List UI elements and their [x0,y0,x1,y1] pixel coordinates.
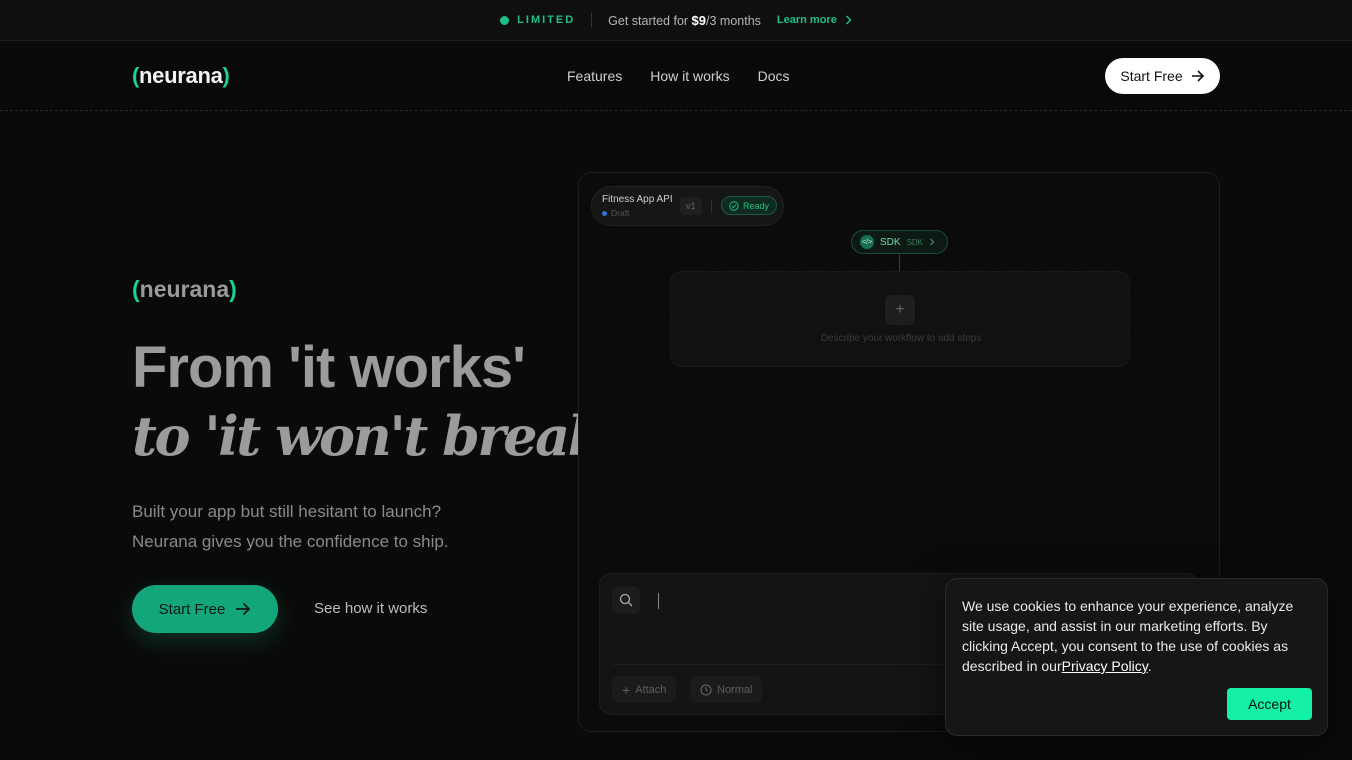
add-step-button[interactable]: + [885,295,915,325]
logo-name: neurana [139,63,223,88]
chevron-right-icon [930,238,935,246]
project-status: Draft [602,208,629,218]
nav-link-docs[interactable]: Docs [758,68,790,84]
nav-start-free-button[interactable]: Start Free [1105,58,1220,94]
nav-links: Features How it works Docs [567,68,790,84]
text-caret [658,593,659,609]
headline-line-1: From 'it works' [132,335,526,400]
hero-subtitle-line-2: Neurana gives you the confidence to ship… [132,532,449,551]
cookie-banner: We use cookies to enhance your experienc… [945,578,1328,736]
ready-label: Ready [743,200,770,211]
offer-text: Get started for $9/3 months [608,13,761,28]
search-button[interactable] [612,586,640,614]
arrow-right-icon [236,602,251,616]
plus-icon: + [895,301,905,318]
project-name: Fitness App API [602,194,673,205]
ready-badge: Ready [721,196,778,215]
limited-badge: LIMITED [517,14,576,26]
attach-button[interactable]: + Attach [612,676,677,703]
nav-link-how-it-works[interactable]: How it works [650,68,729,84]
headline-line-2: to 'it won't break'. [132,404,635,468]
accept-cookies-button[interactable]: Accept [1227,688,1312,720]
hero-subtitle: Built your app but still hesitant to lau… [132,497,512,557]
plus-icon: + [622,681,631,698]
project-status-label: Draft [611,208,630,218]
sdk-label: SDK [880,236,901,248]
hero-logo-paren-open: ( [132,276,140,302]
divider [591,13,593,27]
mode-button[interactable]: Normal [690,676,763,703]
privacy-policy-link[interactable]: Privacy Policy [1062,658,1148,674]
nav-link-features[interactable]: Features [567,68,622,84]
logo[interactable]: (neurana) [132,63,230,89]
see-how-it-works-link[interactable]: See how it works [314,600,427,617]
hero-start-free-button[interactable]: Start Free [132,585,278,633]
mode-label: Normal [717,683,753,696]
draft-dot-icon [602,210,607,216]
learn-more-label: Learn more [776,14,837,26]
divider [711,200,712,213]
clock-icon [700,683,712,696]
hero-start-free-label: Start Free [158,600,226,618]
workflow-dropzone: + Describe your workflow to add steps [670,271,1130,367]
hero-logo-name: neurana [139,276,230,302]
cookie-text: We use cookies to enhance your experienc… [962,596,1317,676]
workflow-hint: Describe your workflow to add steps [820,333,982,344]
hero-logo: (neurana) [132,276,237,303]
version-badge: v1 [680,197,702,215]
chevron-right-icon [845,15,852,25]
sdk-sublabel: SDK [906,237,924,247]
search-icon [619,593,633,607]
code-icon: </> [860,235,874,249]
logo-paren-close: ) [222,63,230,88]
logo-paren-open: ( [132,63,140,88]
learn-more-link[interactable]: Learn more [777,14,852,26]
cookie-period: . [1147,658,1152,674]
node-connector [899,254,900,271]
arrow-right-icon [1191,70,1204,82]
sdk-node[interactable]: </> SDK SDK [851,230,948,254]
status-dot-icon [500,15,510,25]
hero-logo-paren-close: ) [229,276,237,302]
offer-prefix: Get started for [608,13,692,28]
check-circle-icon [729,200,739,211]
project-pill[interactable]: Fitness App API Draft v1 Ready [591,186,784,226]
announcement-bar: LIMITED Get started for $9/3 months Lear… [0,0,1352,41]
top-nav: (neurana) Features How it works Docs Sta… [0,41,1352,111]
hero-subtitle-line-1: Built your app but still hesitant to lau… [132,502,442,521]
offer-price: $9 [691,12,707,28]
offer-suffix: /3 months [706,13,761,28]
attach-label: Attach [635,683,667,696]
nav-start-free-label: Start Free [1120,68,1183,84]
